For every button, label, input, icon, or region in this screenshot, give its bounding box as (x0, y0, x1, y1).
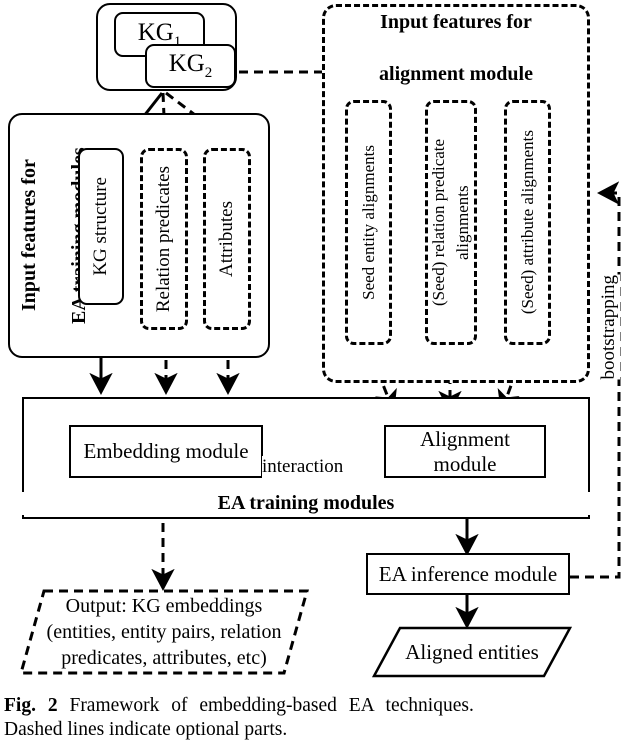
feature-box-relation-predicates[interactable]: Relation predicates (140, 148, 188, 330)
kg2-box[interactable]: KG2 (145, 44, 236, 88)
feature-box-kg-structure[interactable]: KG structure (78, 148, 124, 305)
left-panel-title: Input features for EA training modules (17, 133, 90, 338)
output-line-1: Output: KG embeddings (65, 595, 263, 617)
alignment-feature-seed-entity-alignments[interactable]: Seed entity alignments (345, 100, 392, 345)
aligned-entities-label: Aligned entities (405, 639, 539, 664)
bootstrapping-label: bootstrapping (598, 275, 620, 380)
ea-training-modules-label: EA training modules (22, 492, 590, 515)
feature-box-attributes[interactable]: Attributes (203, 148, 251, 330)
feature-box-kg-structure-label: KG structure (90, 177, 111, 276)
kg2-label: KG2 (168, 50, 213, 81)
figure-caption-text-1: Framework of embedding-based EA techniqu… (69, 695, 474, 716)
alignment-feature-seed-attribute-alignments-label: (Seed) attribute alignments (517, 130, 537, 315)
feature-box-attributes-label: Attributes (216, 201, 237, 277)
feature-box-relation-predicates-label: Relation predicates (153, 165, 174, 313)
output-line-3: predicates, attributes, etc) (61, 647, 267, 669)
embedding-module-box[interactable]: Embedding module (69, 425, 263, 478)
figure-canvas: KG1 KG2 Input features for EA training m… (0, 0, 640, 740)
figure-caption-line-1: Fig. 2 Framework of embedding-based EA t… (4, 694, 636, 718)
figure-caption-line-2: Dashed lines indicate optional parts. (4, 719, 288, 740)
alignment-feature-seed-relation-predicate-alignments[interactable]: (Seed) relation predicate alignments (425, 100, 477, 345)
output-kg-embeddings-shape[interactable]: Output: KG embeddings (entities, entity … (18, 588, 310, 676)
output-line-2: (entities, entity pairs, relation (46, 621, 282, 643)
alignment-feature-seed-relation-predicate-alignments-label: (Seed) relation predicate alignments (429, 138, 472, 307)
ea-inference-module-label: EA inference module (378, 561, 558, 586)
alignment-module-label: Alignment module (420, 426, 510, 476)
figure-number: Fig. 2 (4, 695, 58, 716)
alignment-module-box[interactable]: Alignment module (384, 425, 546, 478)
aligned-entities-shape[interactable]: Aligned entities (371, 626, 573, 678)
alignment-feature-seed-entity-alignments-label: Seed entity alignments (358, 145, 378, 300)
alignment-feature-seed-attribute-alignments[interactable]: (Seed) attribute alignments (504, 100, 551, 345)
figure-caption: Fig. 2 Framework of embedding-based EA t… (4, 694, 636, 742)
embedding-module-label: Embedding module (83, 439, 249, 463)
right-panel-title: Input features for alignment module (336, 9, 576, 113)
interaction-label: interaction (262, 456, 344, 478)
ea-inference-module-box[interactable]: EA inference module (366, 553, 570, 595)
